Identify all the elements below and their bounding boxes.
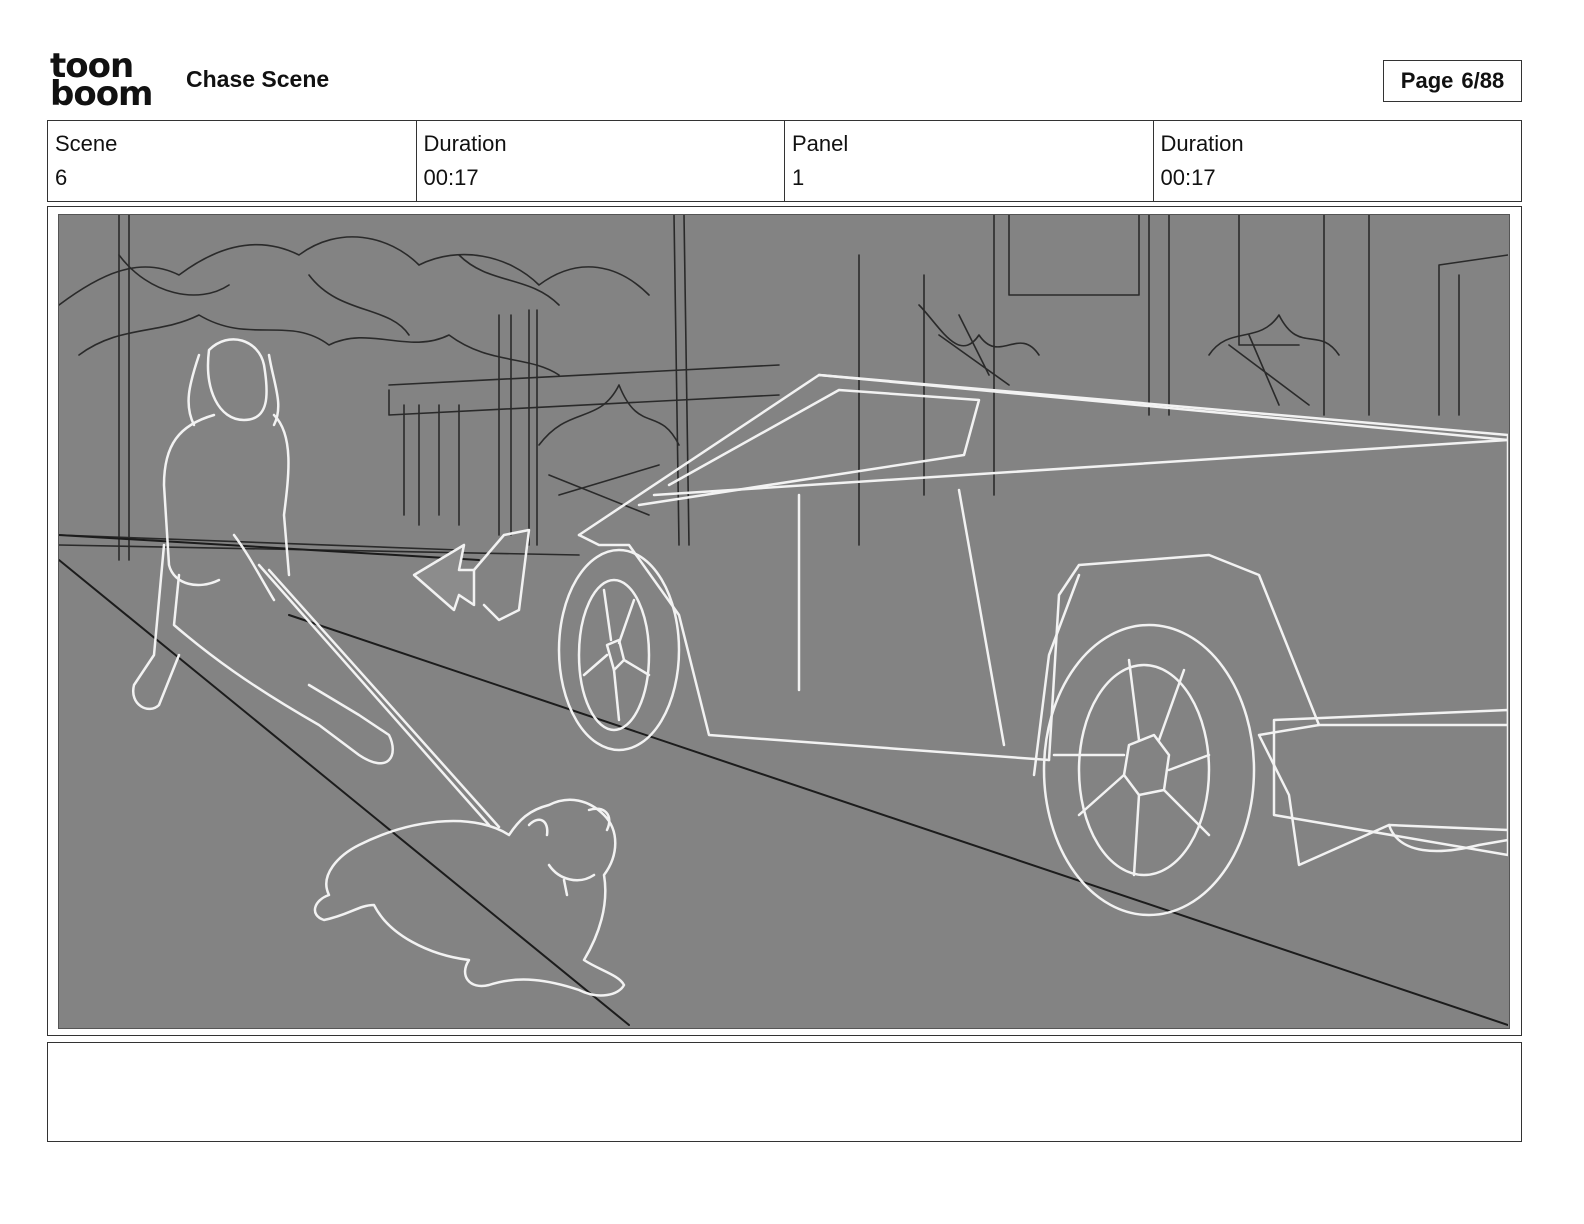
panel-duration-label: Duration: [1160, 131, 1244, 156]
storyboard-panel-frame: [47, 206, 1522, 1036]
scene-duration-label: Duration: [423, 131, 507, 156]
scene-value: 6: [55, 165, 68, 190]
scene-cell: Scene 6: [48, 121, 417, 201]
document-title: Chase Scene: [186, 66, 330, 92]
scene-info-table: Scene 6 Duration 00:17 Panel 1 Duration …: [47, 120, 1522, 202]
panel-notes-box: [47, 1042, 1522, 1142]
scene-label: Scene: [55, 131, 118, 156]
storyboard-panel-image: [58, 214, 1510, 1029]
panel-value: 1: [792, 165, 805, 190]
panel-duration-cell: Duration 00:17: [1154, 121, 1522, 201]
logo-bottom-text: boom: [50, 74, 153, 114]
page-label: Page: [1400, 68, 1454, 93]
motion-arrow: [412, 528, 531, 622]
truck-sketch: [557, 373, 1508, 917]
dog-sketch: [313, 798, 626, 997]
page-number: 6/88: [1461, 68, 1505, 93]
toonboom-logo: toon boom: [50, 49, 162, 114]
road-lines: [59, 534, 1508, 1026]
panel-label: Panel: [792, 131, 849, 156]
scene-duration-value: 00:17: [423, 165, 479, 190]
panel-duration-value: 00:17: [1160, 165, 1216, 190]
panel-cell: Panel 1: [785, 121, 1154, 201]
scene-duration-cell: Duration 00:17: [417, 121, 785, 201]
page-indicator: Page 6/88: [1383, 60, 1522, 102]
